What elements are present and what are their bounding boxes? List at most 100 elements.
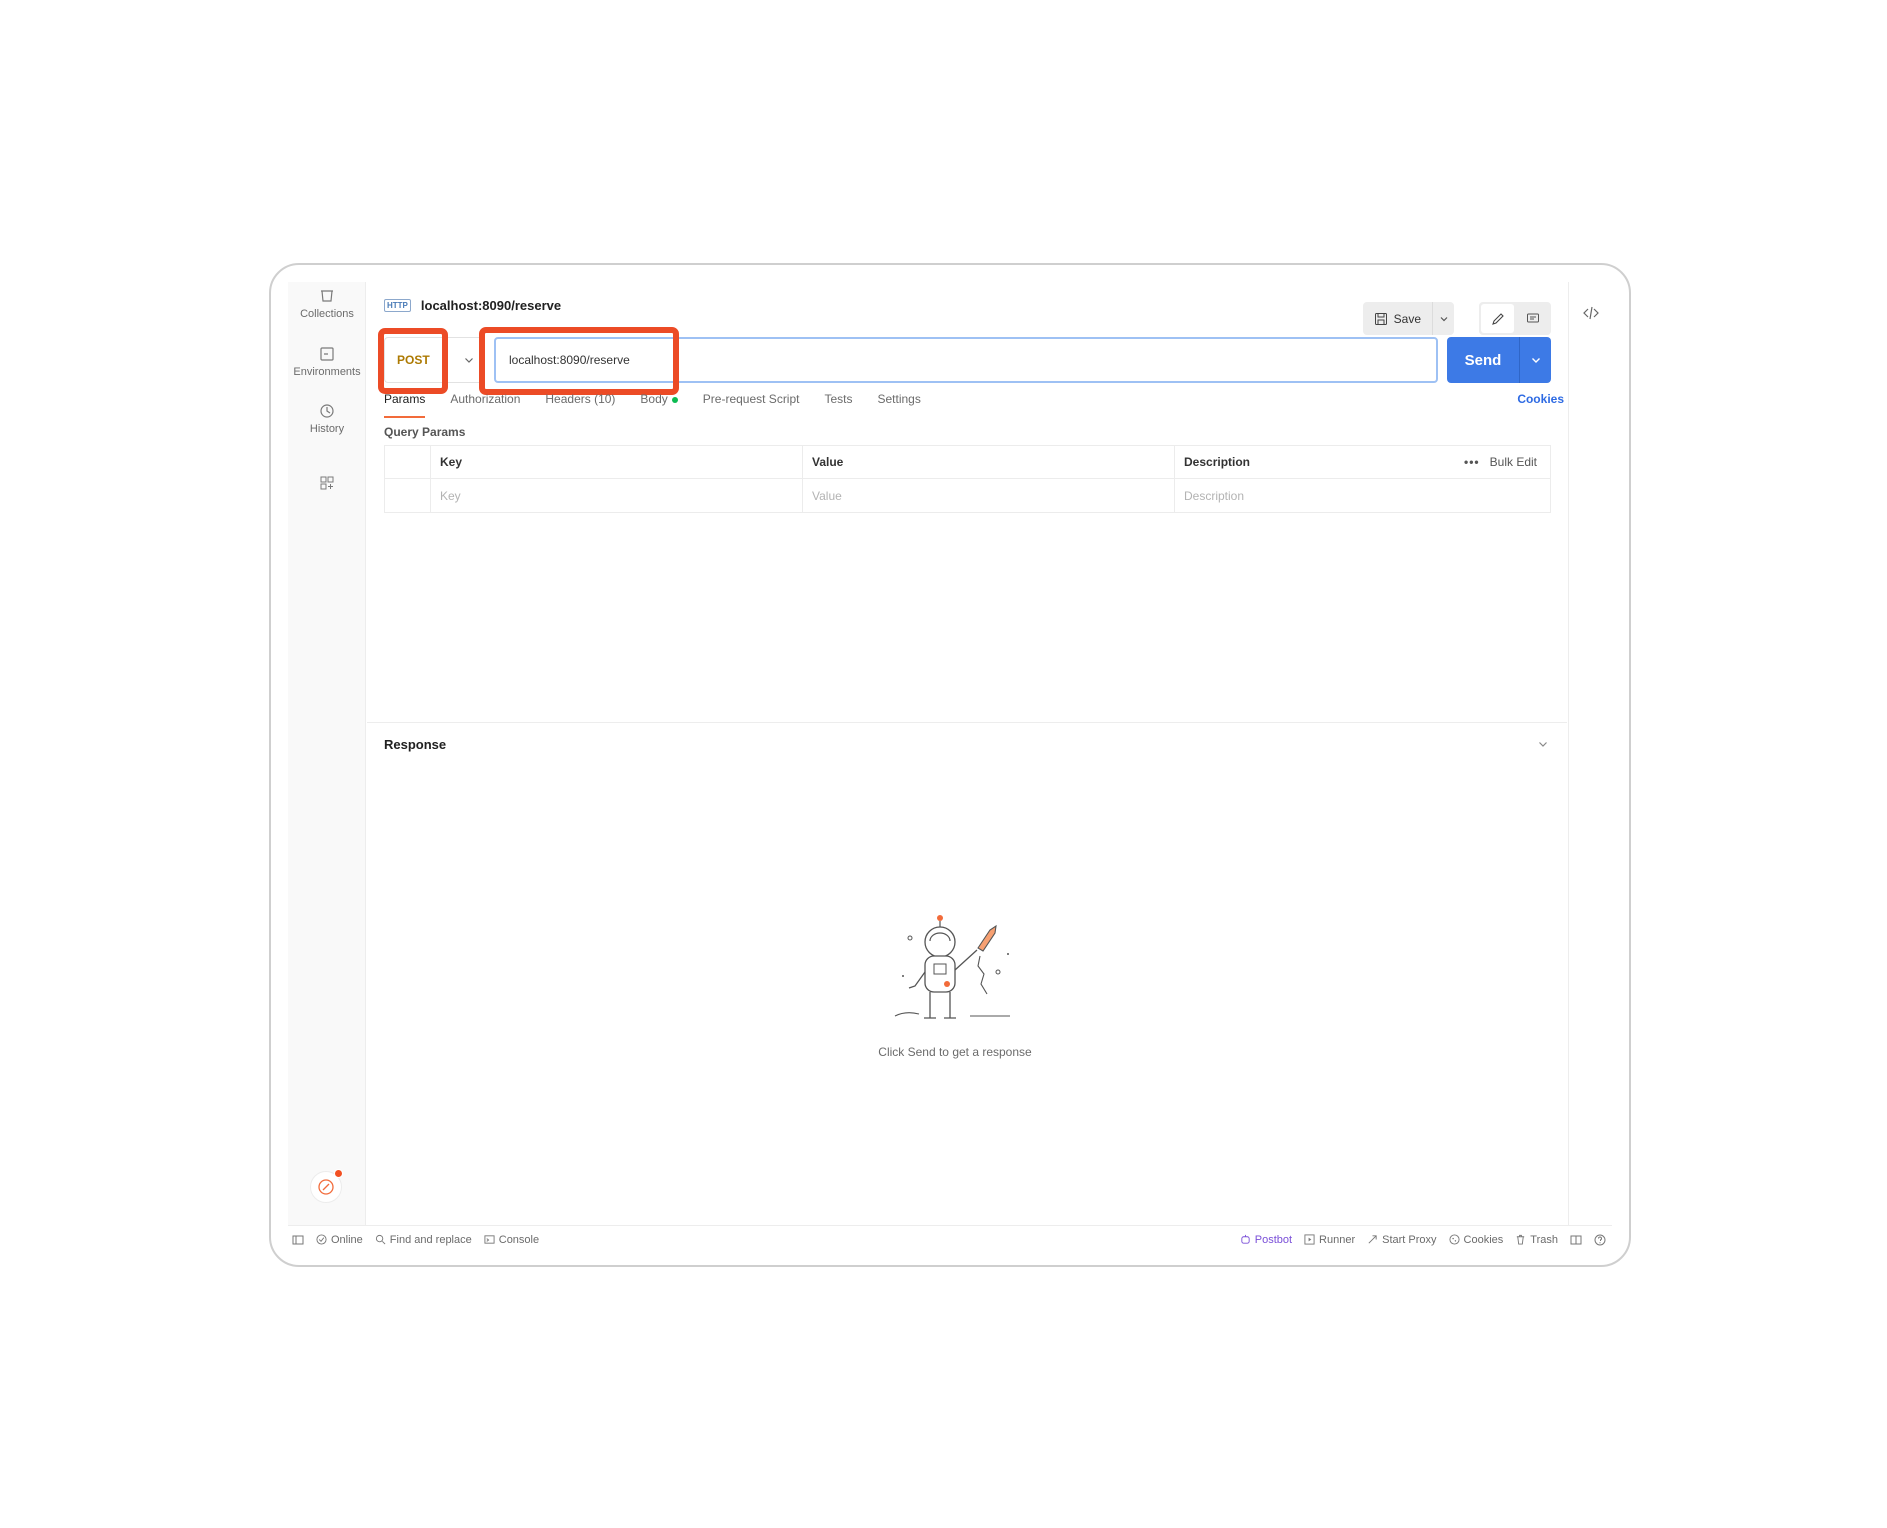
pane-divider[interactable]	[367, 722, 1567, 723]
notification-dot	[334, 1169, 343, 1178]
tab-params[interactable]: Params	[384, 392, 426, 418]
tab-tests[interactable]: Tests	[824, 392, 852, 418]
proxy-icon	[1368, 1235, 1377, 1244]
body-indicator-dot	[671, 396, 678, 403]
sidebar-item-label: History	[309, 423, 345, 435]
checkbox-column	[385, 446, 431, 478]
postbot-label: Postbot	[1254, 1233, 1293, 1246]
history-icon	[320, 404, 334, 418]
bulk-edit-group: ••• Bulk Edit	[1464, 455, 1550, 469]
chevron-down-icon	[465, 358, 473, 363]
postbot-icon	[1241, 1234, 1250, 1244]
find-replace-button[interactable]: Find and replace	[375, 1234, 472, 1246]
empty-response-state: Click Send to get a response	[867, 912, 1043, 1059]
two-pane-icon	[1570, 1235, 1582, 1244]
add-workspace-icon	[320, 476, 334, 490]
tab-body-label: Body	[640, 392, 668, 406]
table-header-row: Key Value Description ••• Bulk Edit	[385, 446, 1550, 479]
astronaut-rocket-illustration	[894, 915, 1010, 1019]
postman-window: Collections Environments History HTTP lo…	[288, 282, 1612, 1253]
request-title[interactable]: localhost:8090/reserve	[421, 298, 561, 313]
tab-body[interactable]: Body	[640, 392, 678, 418]
sidebar-item-label: Collections	[300, 308, 354, 320]
url-value: localhost:8090/reserve	[509, 353, 630, 367]
chevron-down-icon	[1440, 316, 1447, 321]
save-button[interactable]: Save	[1363, 302, 1432, 335]
value-input[interactable]: Value	[803, 479, 1175, 512]
runner-label: Runner	[1319, 1233, 1356, 1246]
comment-icon	[1526, 313, 1539, 322]
cookies-button[interactable]: Cookies	[1448, 1234, 1503, 1246]
postbot-button[interactable]: Postbot	[1240, 1234, 1292, 1246]
send-button[interactable]: Send	[1447, 337, 1519, 383]
value-column-header: Value	[803, 446, 1175, 478]
runner-button[interactable]: Runner	[1304, 1234, 1355, 1246]
toggle-sidebar-button[interactable]	[292, 1234, 304, 1246]
pencil-icon	[1491, 312, 1504, 325]
http-request-icon: HTTP	[384, 298, 411, 312]
url-bar: POST localhost:8090/reserve Send	[378, 327, 1551, 395]
start-proxy-label: Start Proxy	[1382, 1233, 1437, 1246]
cookie-icon	[1448, 1234, 1460, 1245]
right-rail	[1568, 282, 1612, 1225]
sidebar-item-collections[interactable]: Collections	[288, 288, 366, 320]
console-icon	[484, 1235, 495, 1244]
sidebar-toggle-icon	[292, 1235, 304, 1244]
query-params-table: Key Value Description ••• Bulk Edit Key …	[384, 445, 1551, 513]
tab-authorization[interactable]: Authorization	[450, 392, 520, 418]
request-tab-title: HTTP localhost:8090/reserve	[384, 290, 561, 320]
send-options-dropdown[interactable]	[1519, 337, 1551, 383]
device-frame: Collections Environments History HTTP lo…	[269, 263, 1631, 1267]
help-button[interactable]	[1594, 1234, 1606, 1246]
sidebar-item-configure[interactable]	[288, 475, 366, 495]
collections-icon	[321, 290, 333, 302]
send-button-group: Send	[1447, 337, 1551, 383]
find-replace-label: Find and replace	[389, 1233, 472, 1246]
bulk-edit-button[interactable]: Bulk Edit	[1490, 455, 1537, 469]
comments-button[interactable]	[1516, 304, 1549, 333]
description-column-header: Description ••• Bulk Edit	[1175, 446, 1550, 478]
more-options-icon[interactable]: •••	[1464, 455, 1480, 469]
chevron-down-icon[interactable]	[1537, 738, 1549, 750]
layout-toggle-button[interactable]	[1570, 1234, 1582, 1246]
tab-headers[interactable]: Headers (10)	[545, 392, 615, 418]
url-input[interactable]: localhost:8090/reserve	[494, 337, 1438, 383]
help-icon	[1594, 1234, 1606, 1245]
postbot-avatar[interactable]	[310, 1169, 343, 1203]
status-bar-right: Postbot Runner Start Proxy Cookies Trash	[1240, 1234, 1612, 1246]
sidebar-item-environments[interactable]: Environments	[288, 346, 366, 378]
sidebar: Collections Environments History	[288, 282, 366, 1225]
description-header-label: Description	[1184, 455, 1251, 469]
empty-response-text: Click Send to get a response	[878, 1045, 1032, 1059]
description-input[interactable]: Description	[1175, 479, 1550, 512]
start-proxy-button[interactable]: Start Proxy	[1367, 1233, 1437, 1246]
cookies-link[interactable]: Cookies	[1517, 392, 1564, 406]
status-bar: Online Find and replace Console Postbot	[288, 1225, 1612, 1253]
key-input[interactable]: Key	[431, 479, 803, 512]
search-icon	[375, 1234, 386, 1245]
save-label: Save	[1393, 311, 1421, 326]
tab-settings[interactable]: Settings	[878, 392, 921, 418]
console-button[interactable]: Console	[484, 1234, 539, 1246]
query-params-title: Query Params	[384, 425, 466, 439]
edit-mode-button[interactable]	[1481, 304, 1514, 333]
console-label: Console	[498, 1233, 540, 1246]
save-button-group: Save	[1362, 302, 1454, 335]
chevron-down-icon	[1531, 358, 1540, 363]
key-column-header: Key	[431, 446, 803, 478]
sidebar-item-label: Environments	[293, 366, 361, 378]
sidebar-item-history[interactable]: History	[288, 403, 366, 435]
online-status[interactable]: Online	[316, 1234, 363, 1246]
code-icon[interactable]	[1582, 304, 1600, 322]
trash-button[interactable]: Trash	[1515, 1234, 1558, 1246]
row-checkbox-cell	[385, 479, 431, 512]
tab-pre-request-script[interactable]: Pre-request Script	[703, 392, 800, 418]
save-options-dropdown[interactable]	[1432, 302, 1454, 335]
environments-icon	[320, 347, 334, 361]
method-select[interactable]: POST	[384, 337, 481, 383]
online-label: Online	[331, 1233, 363, 1246]
save-icon	[1374, 312, 1387, 325]
response-title: Response	[384, 737, 447, 752]
runner-icon	[1304, 1234, 1315, 1245]
request-tabs: Params Authorization Headers (10) Body P…	[384, 392, 1551, 418]
